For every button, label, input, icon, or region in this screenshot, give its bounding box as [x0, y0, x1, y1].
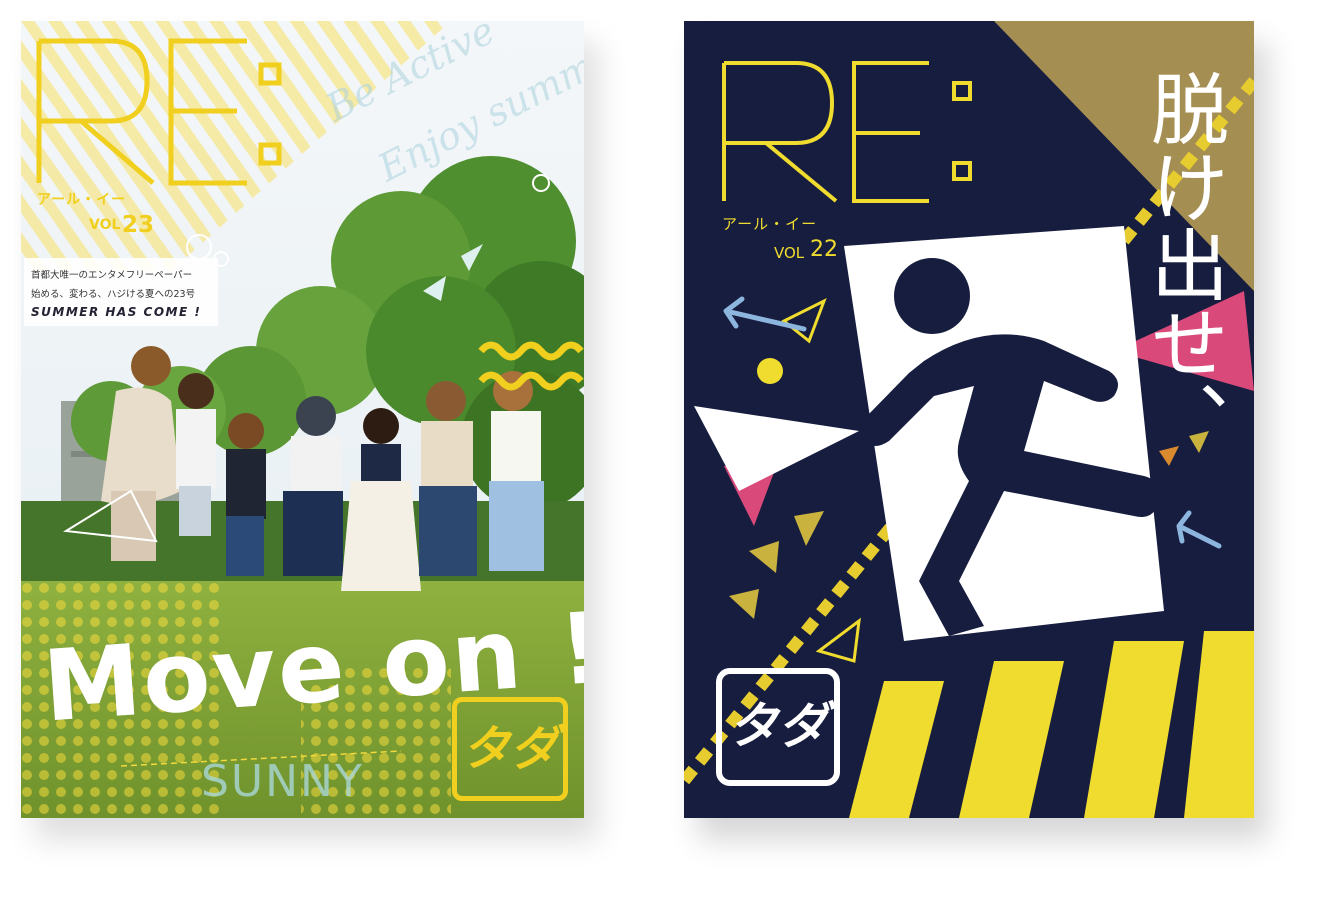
sub-title: SUNNY — [201, 756, 364, 807]
free-badge: タダ — [716, 668, 840, 786]
magazine-cover-vol-23: アール・イー VOL 23 Be Active Enjoy summer 首都大… — [21, 21, 584, 818]
free-badge: タダ — [452, 697, 568, 801]
tagline-2: 始める、変わる、ハジける夏への23号 — [31, 289, 196, 300]
vertical-title: 脱け出せ、 — [1138, 69, 1228, 459]
magazine-cover-vol-22: アール・イー VOL 22 脱け出せ、 タダ — [684, 21, 1254, 818]
vol-label: VOL — [774, 244, 805, 262]
kana-label: アール・イー — [722, 215, 818, 233]
tagline-3: SUMMER HAS COME ! — [31, 305, 202, 319]
tagline-1: 首都大唯一のエンタメフリーペーパー — [31, 270, 193, 281]
vol-label: VOL — [89, 217, 121, 233]
vol-number: 23 — [122, 212, 155, 238]
kana-label: アール・イー — [37, 192, 127, 208]
vol-number: 22 — [810, 237, 838, 262]
